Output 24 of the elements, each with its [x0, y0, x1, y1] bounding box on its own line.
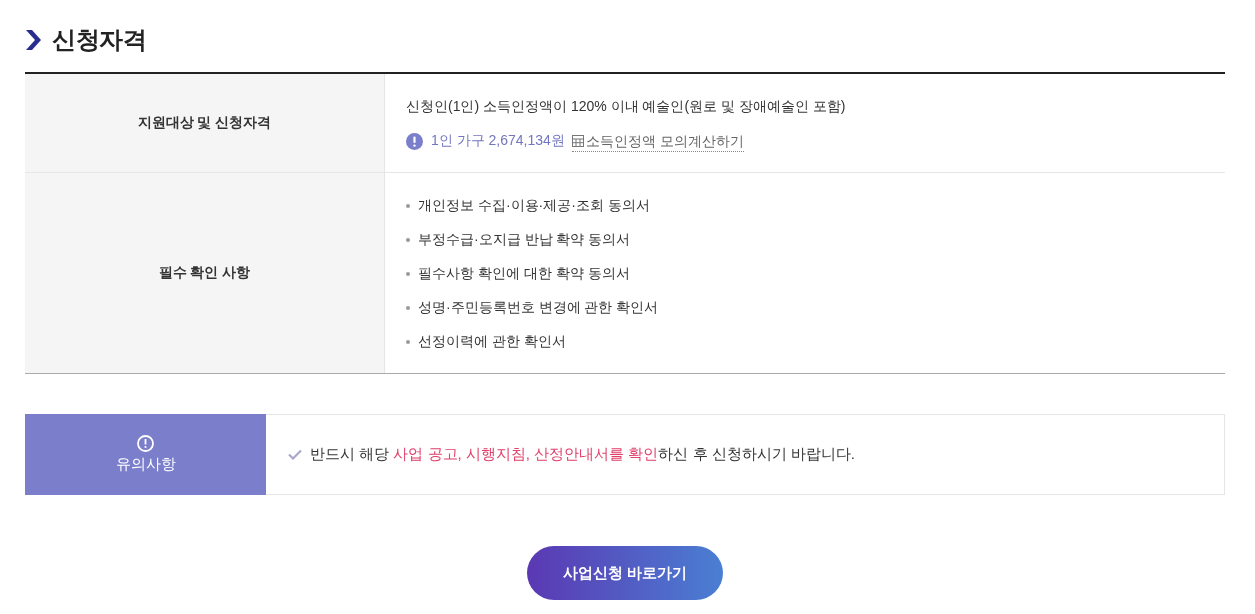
eligibility-text: 신청인(1인) 소득인정액이 120% 이내 예술인(원로 및 장애예술인 포함): [406, 98, 846, 116]
required-document: 선정이력에 관한 확인서: [418, 333, 566, 351]
bullet-icon: [406, 340, 410, 344]
chevron-icon: [26, 30, 41, 50]
required-document: 필수사항 확인에 대한 확약 동의서: [418, 265, 630, 283]
income-note: 1인 가구 2,674,134원: [431, 132, 565, 150]
bullet-icon: [406, 204, 410, 208]
calculator-icon: [571, 134, 584, 147]
apply-button[interactable]: 사업신청 바로가기: [527, 546, 723, 600]
bullet-icon: [406, 306, 410, 310]
required-document: 부정수급·오지급 반납 확약 동의서: [418, 231, 631, 249]
row-heading: 필수 확인 사항: [158, 264, 251, 282]
required-document: 개인정보 수집·이용·제공·조회 동의서: [418, 197, 650, 215]
bullet-icon: [406, 272, 410, 276]
check-icon: [288, 449, 302, 460]
section-title: 신청자격: [52, 25, 146, 55]
required-document: 성명·주민등록번호 변경에 관한 확인서: [418, 299, 659, 317]
calculator-link[interactable]: 소득인정액 모의계산하기: [571, 130, 744, 152]
info-icon: [406, 132, 423, 150]
notice-message: 반드시 해당 사업 공고, 시행지침, 산정안내서를 확인하신 후 신청하시기 바랍니다.: [310, 445, 856, 464]
notice-label: 유의사항: [115, 455, 176, 474]
warning-icon: [137, 435, 154, 452]
row-heading: 지원대상 및 신청자격: [137, 114, 272, 132]
bullet-icon: [406, 238, 410, 242]
